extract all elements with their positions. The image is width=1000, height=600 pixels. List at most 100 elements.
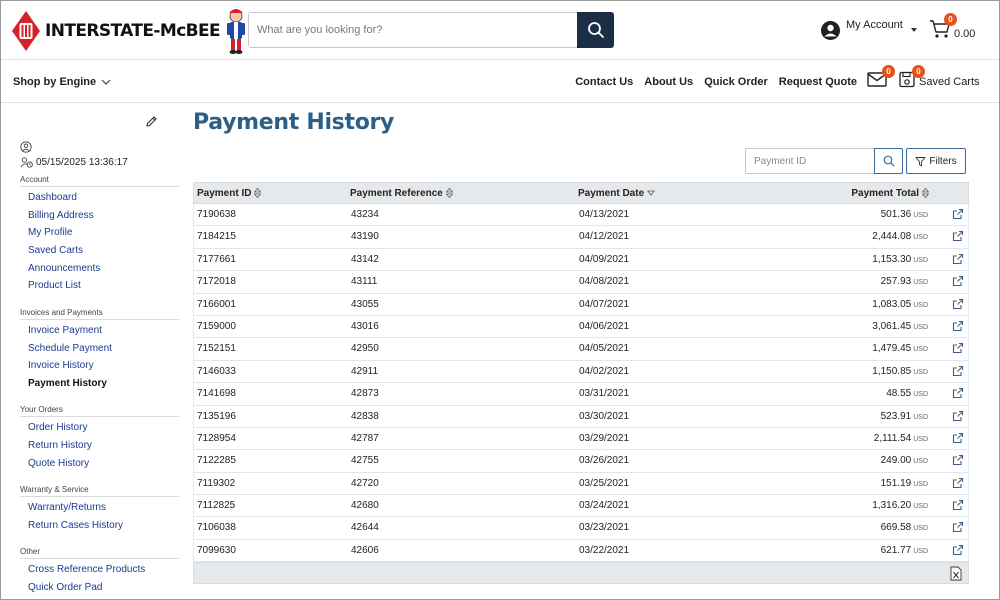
sidebar-item-cross-reference-products[interactable]: Cross Reference Products — [28, 564, 145, 575]
messages-count-badge: 0 — [882, 65, 895, 78]
sidebar-item-payment-history[interactable]: Payment History — [28, 378, 107, 389]
table-row[interactable]: 7128954 42787 03/29/2021 2,111.54 USD — [193, 427, 969, 451]
view-payment-button[interactable] — [952, 477, 964, 492]
cell-payment-id: 7152151 — [197, 343, 236, 355]
sidebar-item-order-history[interactable]: Order History — [28, 422, 87, 433]
cell-payment-total: 151.19 USD — [881, 478, 928, 489]
table-row[interactable]: 7146033 42911 04/02/2021 1,150.85 USD — [193, 360, 969, 384]
table-row[interactable]: 7141698 42873 03/31/2021 48.55 USD — [193, 383, 969, 406]
shop-by-engine-menu[interactable]: Shop by Engine — [13, 76, 111, 88]
view-payment-button[interactable] — [952, 521, 964, 536]
account-caret-icon[interactable] — [911, 28, 917, 32]
sidebar-item-quote-history[interactable]: Quote History — [28, 458, 89, 469]
nav-link-about-us[interactable]: About Us — [644, 76, 693, 88]
cell-payment-date: 03/26/2021 — [579, 455, 630, 467]
col-header-payment-date[interactable]: Payment Date — [578, 188, 656, 199]
cell-payment-date: 03/25/2021 — [579, 477, 630, 489]
filters-button[interactable]: Filters — [906, 148, 966, 174]
sidebar-item-my-profile[interactable]: My Profile — [28, 227, 72, 238]
search-icon — [883, 155, 895, 167]
payment-id-input[interactable] — [746, 149, 870, 173]
search-button[interactable] — [577, 12, 614, 48]
top-header: INTERSTATE-McBEE What are you looking fo… — [1, 1, 999, 60]
currency-label: USD — [913, 301, 928, 309]
view-payment-button[interactable] — [952, 320, 964, 335]
view-payment-button[interactable] — [952, 365, 964, 380]
sidebar-item-announcements[interactable]: Announcements — [28, 263, 100, 274]
sidebar-item-schedule-payment[interactable]: Schedule Payment — [28, 343, 112, 354]
payment-amount: 257.93 — [880, 276, 912, 288]
last-login-row: 05/15/2025 13:36:17 — [20, 157, 128, 168]
view-payment-button[interactable] — [952, 275, 964, 290]
saved-carts-button[interactable]: Saved Carts — [899, 71, 980, 88]
table-row[interactable]: 7184215 43190 04/12/2021 2,444.08 USD — [193, 226, 969, 249]
open-external-icon — [952, 388, 964, 399]
view-payment-button[interactable] — [952, 454, 964, 469]
sidebar-item-return-cases-history[interactable]: Return Cases History — [28, 520, 123, 531]
my-account-menu[interactable]: My Account — [821, 18, 903, 40]
sidebar-item-saved-carts[interactable]: Saved Carts — [28, 245, 83, 256]
view-payment-button[interactable] — [952, 298, 964, 313]
view-payment-button[interactable] — [952, 499, 964, 514]
col-header-payment-reference[interactable]: Payment Reference — [350, 188, 453, 199]
table-row[interactable]: 7166001 43055 04/07/2021 1,083.05 USD — [193, 293, 969, 316]
table-row[interactable]: 7099630 42606 03/22/2021 621.77 USD — [193, 539, 969, 563]
export-excel-button[interactable] — [950, 566, 962, 586]
col-header-payment-total-label: Payment Total — [851, 187, 919, 199]
sidebar-item-invoice-payment[interactable]: Invoice Payment — [28, 325, 102, 336]
table-row[interactable]: 7119302 42720 03/25/2021 151.19 USD — [193, 472, 969, 496]
cell-payment-date: 04/12/2021 — [579, 231, 630, 243]
payment-id-search-button[interactable] — [874, 148, 903, 174]
search-input[interactable] — [249, 13, 569, 47]
cell-payment-id: 7106038 — [197, 522, 236, 534]
brand-logo[interactable]: INTERSTATE-McBEE — [11, 7, 248, 55]
table-row[interactable]: 7135196 42838 03/30/2021 523.91 USD — [193, 405, 969, 428]
table-row[interactable]: 7177661 43142 04/09/2021 1,153.30 USD — [193, 248, 969, 272]
cell-payment-total: 257.93 USD — [881, 276, 928, 287]
edit-profile-button[interactable] — [145, 115, 158, 133]
table-row[interactable]: 7172018 43111 04/08/2021 257.93 USD — [193, 271, 969, 294]
table-row[interactable]: 7122285 42755 03/26/2021 249.00 USD — [193, 450, 969, 473]
col-header-payment-total[interactable]: Payment Total — [851, 188, 929, 199]
view-payment-button[interactable] — [952, 410, 964, 425]
table-row[interactable]: 7190638 43234 04/13/2021 501.36 USD — [193, 204, 969, 227]
cell-payment-id: 7141698 — [197, 388, 236, 400]
view-payment-button[interactable] — [952, 253, 964, 268]
open-external-icon — [952, 365, 964, 376]
user-circle-icon — [20, 141, 32, 153]
cell-payment-date: 03/29/2021 — [579, 432, 630, 444]
cell-payment-reference: 42606 — [351, 544, 379, 556]
table-row[interactable]: 7106038 42644 03/23/2021 669.58 USD — [193, 517, 969, 540]
view-payment-button[interactable] — [952, 432, 964, 447]
payment-amount: 1,479.45 — [872, 343, 912, 355]
payment-amount: 1,153.30 — [872, 253, 912, 265]
sidebar-item-warranty-returns[interactable]: Warranty/Returns — [28, 502, 106, 513]
table-row[interactable]: 7159000 43016 04/06/2021 3,061.45 USD — [193, 315, 969, 339]
nav-link-contact-us[interactable]: Contact Us — [575, 76, 633, 88]
cell-payment-id: 7146033 — [197, 365, 236, 377]
sidebar-item-dashboard[interactable]: Dashboard — [28, 192, 77, 203]
currency-label: USD — [913, 368, 928, 376]
view-payment-button[interactable] — [952, 230, 964, 245]
sidebar-item-billing-address[interactable]: Billing Address — [28, 210, 94, 221]
sidebar-item-invoice-history[interactable]: Invoice History — [28, 360, 94, 371]
table-row[interactable]: 7152151 42950 04/05/2021 1,479.45 USD — [193, 338, 969, 361]
view-payment-button[interactable] — [952, 387, 964, 402]
cell-payment-id: 7172018 — [197, 276, 236, 288]
col-header-payment-id[interactable]: Payment ID — [197, 188, 262, 199]
payment-amount: 48.55 — [886, 388, 912, 400]
nav-link-request-quote[interactable]: Request Quote — [779, 76, 857, 88]
sidebar-item-return-history[interactable]: Return History — [28, 440, 92, 451]
open-external-icon — [952, 477, 964, 488]
sidebar-item-product-list[interactable]: Product List — [28, 280, 81, 291]
nav-link-quick-order[interactable]: Quick Order — [704, 76, 768, 88]
sidebar-item-quick-order-pad[interactable]: Quick Order Pad — [28, 582, 102, 593]
view-payment-button[interactable] — [952, 342, 964, 357]
view-payment-button[interactable] — [952, 208, 964, 223]
sidebar-section-warranty-service: Warranty & Service — [20, 485, 179, 497]
cell-payment-id: 7135196 — [197, 410, 236, 422]
payment-amount: 3,061.45 — [872, 320, 912, 332]
cell-payment-reference: 42644 — [351, 522, 379, 534]
view-payment-button[interactable] — [952, 544, 964, 559]
table-row[interactable]: 7112825 42680 03/24/2021 1,316.20 USD — [193, 495, 969, 518]
